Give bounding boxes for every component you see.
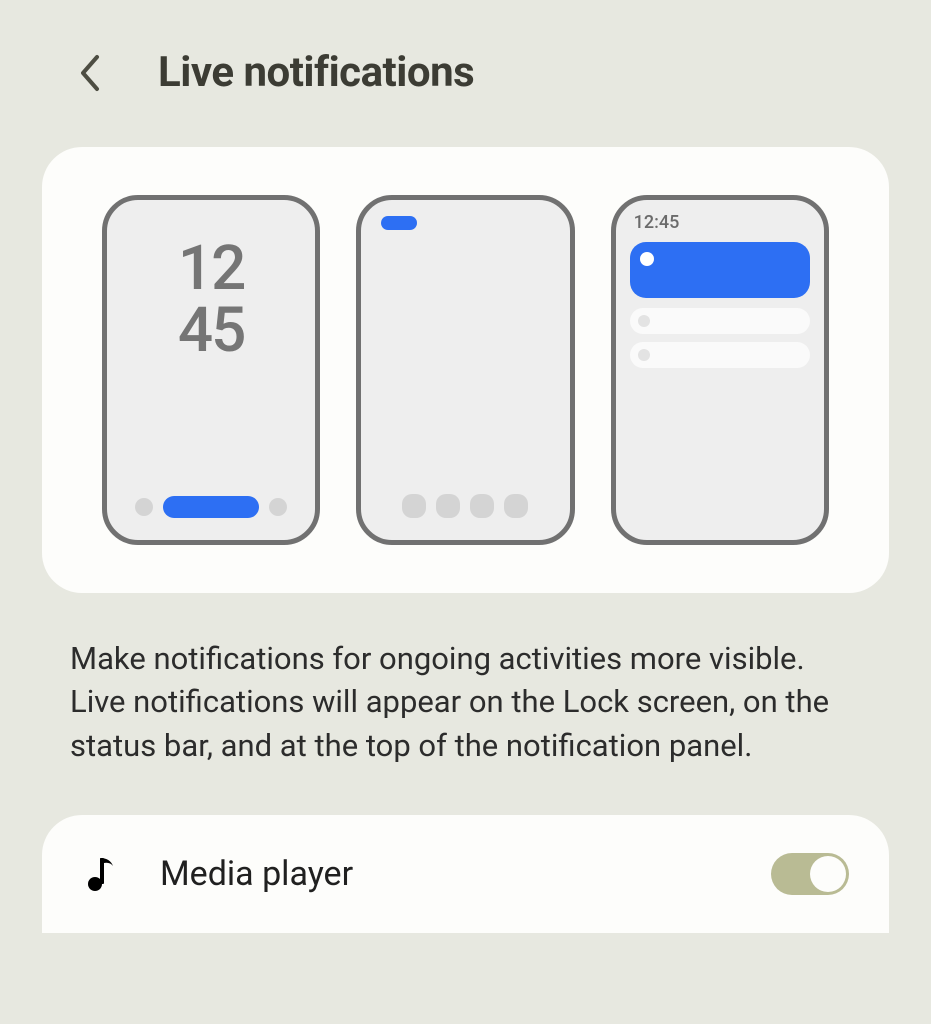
preview-phone-lockscreen: 12 45 (102, 195, 320, 545)
preview-app-row (361, 494, 569, 518)
preview-panel-time: 12:45 (634, 212, 680, 233)
preview-app-icon (402, 494, 426, 518)
setting-label: Media player (160, 854, 733, 894)
chevron-left-icon (77, 53, 103, 93)
preview-dot (269, 498, 287, 516)
preview-illustration: 12 45 12:45 (42, 147, 889, 593)
preview-live-pill (163, 496, 259, 518)
music-note-icon (82, 854, 122, 894)
preview-lockscreen-bottom (107, 496, 315, 518)
settings-list: Media player (42, 815, 889, 933)
preview-app-icon (436, 494, 460, 518)
preview-app-icon (504, 494, 528, 518)
preview-notification (630, 342, 810, 368)
toggle-media-player[interactable] (771, 853, 849, 895)
preview-status-pill (381, 216, 417, 230)
preview-notification (630, 308, 810, 334)
back-button[interactable] (70, 53, 110, 93)
preview-clock: 12 45 (107, 238, 315, 362)
preview-app-icon (470, 494, 494, 518)
setting-media-player[interactable]: Media player (82, 853, 849, 895)
header: Live notifications (0, 0, 931, 117)
preview-clock-minute: 45 (107, 300, 315, 362)
preview-live-notification (630, 242, 810, 298)
page-title: Live notifications (158, 48, 474, 97)
preview-clock-hour: 12 (107, 238, 315, 300)
toggle-knob (810, 856, 846, 892)
description-text: Make notifications for ongoing activitie… (70, 637, 861, 767)
preview-phone-homescreen (356, 195, 574, 545)
preview-phone-notification-panel: 12:45 (611, 195, 829, 545)
preview-dot (135, 498, 153, 516)
